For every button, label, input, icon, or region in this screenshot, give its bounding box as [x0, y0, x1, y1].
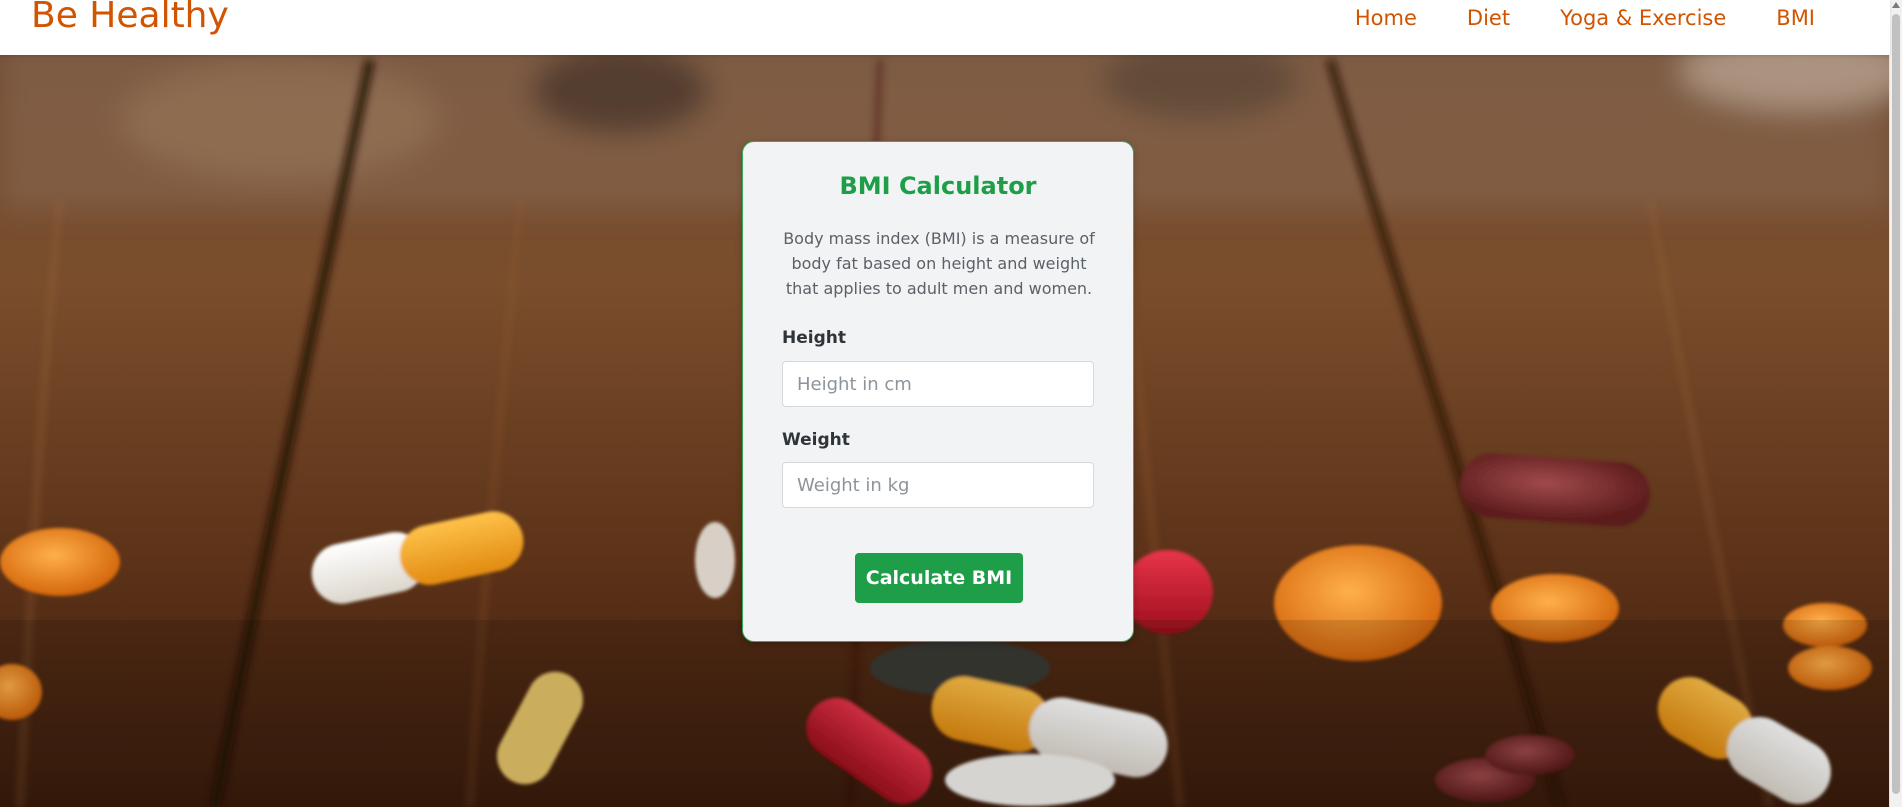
card-title: BMI Calculator: [839, 172, 1037, 200]
bmi-calculator-card: BMI Calculator Body mass index (BMI) is …: [742, 141, 1134, 642]
page: Be Healthy Home Diet Yoga & Exercise BMI…: [0, 0, 1902, 807]
scrollbar-thumb[interactable]: [1892, 14, 1900, 794]
nav-link-yoga-exercise[interactable]: Yoga & Exercise: [1535, 4, 1751, 32]
nav-link-bmi[interactable]: BMI: [1751, 4, 1840, 32]
top-navbar: Be Healthy Home Diet Yoga & Exercise BMI: [0, 0, 1890, 55]
calculate-bmi-button[interactable]: Calculate BMI: [855, 553, 1023, 603]
nav-link-home[interactable]: Home: [1330, 4, 1442, 32]
height-label: Height: [782, 328, 846, 348]
nav-item-diet: Diet: [1442, 4, 1535, 32]
card-description: Body mass index (BMI) is a measure of bo…: [783, 229, 1095, 298]
height-input[interactable]: [782, 361, 1094, 407]
weight-input[interactable]: [782, 462, 1094, 508]
scroll-up-arrow-icon[interactable]: [1892, 2, 1900, 8]
weight-label: Weight: [782, 430, 850, 450]
nav-item-home: Home: [1330, 4, 1442, 32]
vertical-scrollbar[interactable]: [1889, 0, 1902, 807]
nav-menu: Home Diet Yoga & Exercise BMI: [1330, 4, 1840, 32]
brand-logo-link[interactable]: Be Healthy: [31, 0, 229, 36]
nav-link-diet[interactable]: Diet: [1442, 4, 1535, 32]
nav-item-yoga-exercise: Yoga & Exercise: [1535, 4, 1751, 32]
nav-item-bmi: BMI: [1751, 4, 1840, 32]
